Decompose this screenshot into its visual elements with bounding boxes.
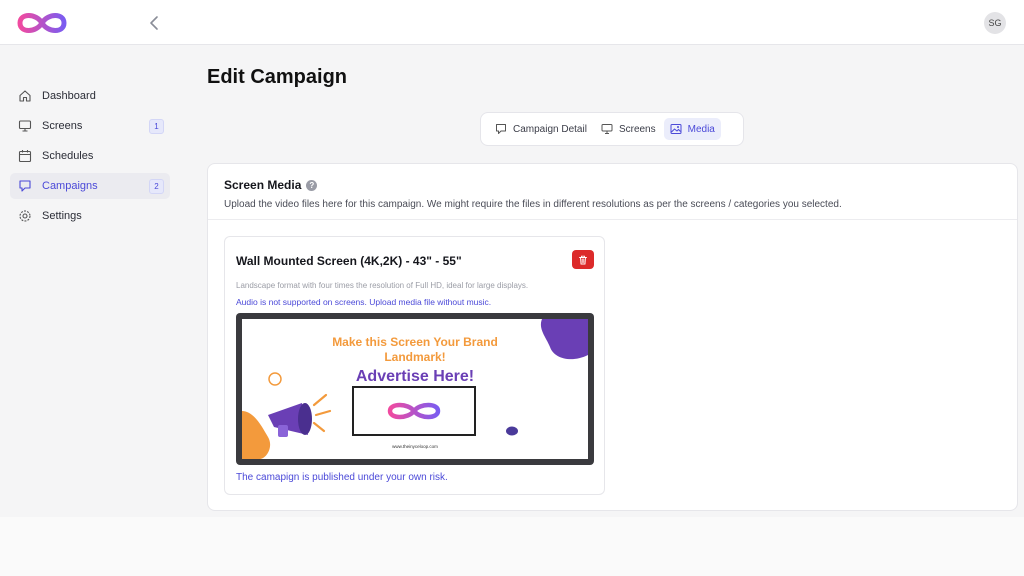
help-icon[interactable]: ? xyxy=(306,179,318,191)
tab-label: Media xyxy=(687,123,715,135)
sidebar-item-dashboard[interactable]: Dashboard xyxy=(10,83,170,109)
ad-url: www.theinyceloop.com xyxy=(392,444,438,449)
ad-cta: Advertise Here! xyxy=(356,368,474,385)
sidebar-item-label: Campaigns xyxy=(42,180,98,192)
gear-icon xyxy=(19,210,31,222)
footer-band xyxy=(0,517,1024,576)
ad-artwork: Make this Screen Your Brand Landmark! Ad… xyxy=(242,319,588,459)
trash-icon xyxy=(579,255,587,264)
ad-headline-line1: Make this Screen Your Brand xyxy=(332,335,498,349)
tab-screens[interactable]: Screens xyxy=(595,118,662,140)
campaign-icon xyxy=(496,124,506,134)
ad-headline-line2: Landmark! xyxy=(384,350,445,364)
sidebar-item-label: Dashboard xyxy=(42,90,96,102)
tab-label: Screens xyxy=(618,123,656,135)
chevron-left-icon[interactable] xyxy=(146,14,164,32)
sidebar-item-label: Settings xyxy=(42,210,82,222)
risk-disclaimer: The camapign is published under your own… xyxy=(236,472,448,483)
sidebar-item-campaigns[interactable]: Campaigns 2 xyxy=(10,173,170,199)
tab-media[interactable]: Media xyxy=(663,118,721,140)
home-icon xyxy=(19,90,31,102)
sidebar-item-label: Screens xyxy=(42,120,83,132)
campaign-icon xyxy=(19,180,31,192)
calendar-icon xyxy=(18,150,32,163)
tab-campaign-detail[interactable]: Campaign Detail xyxy=(489,118,593,140)
sidebar-item-schedules[interactable]: Schedules xyxy=(10,143,170,169)
monitor-icon xyxy=(601,124,613,134)
section-title-text: Screen Media xyxy=(224,178,302,192)
top-bar: SG xyxy=(0,0,1024,45)
audio-warning: Audio is not supported on screens. Uploa… xyxy=(236,297,492,307)
sidebar-item-label: Schedules xyxy=(42,150,94,162)
sidebar-item-screens[interactable]: Screens 1 xyxy=(10,113,170,139)
delete-button[interactable] xyxy=(572,250,594,269)
sidebar-item-settings[interactable]: Settings xyxy=(10,203,170,229)
media-item-title: Wall Mounted Screen (4K,2K) - 43" - 55" xyxy=(236,254,462,268)
sidebar: Dashboard Screens 1 Schedules Campaigns … xyxy=(0,62,180,517)
count-badge: 2 xyxy=(149,179,164,194)
section-description: Upload the video files here for this cam… xyxy=(224,199,842,210)
count-badge: 1 xyxy=(149,119,164,134)
page-title: Edit Campaign xyxy=(207,66,348,88)
screen-media-card: Screen Media ? Upload the video files he… xyxy=(207,163,1018,511)
media-preview[interactable]: Make this Screen Your Brand Landmark! Ad… xyxy=(236,313,594,465)
tab-bar: Campaign Detail Screens Media xyxy=(480,112,744,146)
brand-logo-icon[interactable] xyxy=(14,9,70,37)
monitor-icon xyxy=(18,120,32,132)
card-header: Screen Media ? Upload the video files he… xyxy=(208,164,1017,220)
tab-label: Campaign Detail xyxy=(513,123,587,135)
section-title: Screen Media ? xyxy=(224,178,1017,192)
avatar[interactable]: SG xyxy=(984,12,1006,34)
media-item-note: Landscape format with four times the res… xyxy=(236,281,529,290)
image-icon xyxy=(670,124,682,134)
media-item: Wall Mounted Screen (4K,2K) - 43" - 55" … xyxy=(224,236,605,495)
media-preview-image: Make this Screen Your Brand Landmark! Ad… xyxy=(242,319,588,459)
